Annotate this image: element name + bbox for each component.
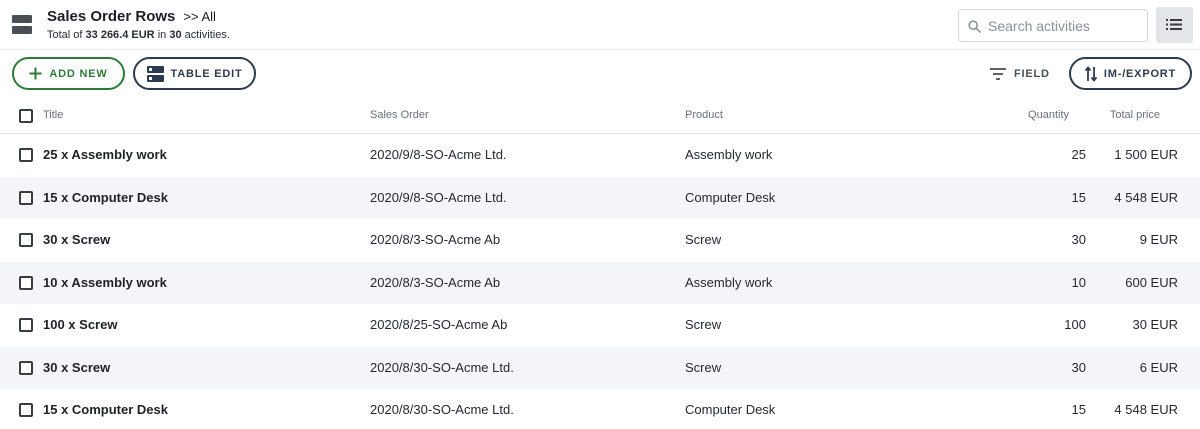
row-quantity: 30 xyxy=(1071,232,1086,247)
filter-icon xyxy=(990,68,1006,80)
row-checkbox[interactable] xyxy=(19,360,33,375)
row-quantity: 10 xyxy=(1071,274,1086,290)
table-row[interactable]: 100 x Screw 2020/8/25-SO-Acme Ab Screw 1… xyxy=(0,304,1200,347)
import-export-label: IM-/EXPORT xyxy=(1103,67,1177,80)
table-row[interactable]: 30 x Screw 2020/8/3-SO-Acme Ab Screw 30 … xyxy=(0,219,1200,262)
row-title[interactable]: 10 x Assembly work xyxy=(43,275,167,290)
field-button[interactable]: FIELD xyxy=(990,64,1050,84)
add-new-label: ADD NEW xyxy=(49,67,108,80)
table-edit-label: TABLE EDIT xyxy=(170,67,243,80)
summary-text: Total of 33 266.4 EUR in 30 activities. xyxy=(47,29,230,41)
row-title[interactable]: 25 x Assembly work xyxy=(43,147,167,162)
row-quantity: 15 xyxy=(1071,402,1086,417)
row-quantity: 25 xyxy=(1071,147,1086,162)
row-total-price: 4 548 EUR xyxy=(1114,402,1178,417)
row-sales-order: 2020/9/8-SO-Acme Ltd. xyxy=(370,147,507,162)
row-total-price: 600 EUR xyxy=(1125,274,1178,290)
row-total-price: 1 500 EUR xyxy=(1114,147,1178,162)
search-icon xyxy=(968,20,981,38)
row-sales-order: 2020/9/8-SO-Acme Ltd. xyxy=(370,189,507,205)
data-table: Title Sales Order Product Quantity Total… xyxy=(0,98,1200,429)
search-input[interactable] xyxy=(988,16,1143,36)
summary-count: 30 xyxy=(169,29,182,41)
import-export-button[interactable]: IM-/EXPORT xyxy=(1069,57,1192,90)
row-title[interactable]: 15 x Computer Desk xyxy=(43,190,168,205)
row-product: Assembly work xyxy=(685,147,773,162)
column-header-title[interactable]: Title xyxy=(43,109,63,121)
title-block: Sales Order Rows >> All Total of 33 266.… xyxy=(47,8,230,41)
list-icon xyxy=(1166,19,1182,30)
page-header: Sales Order Rows >> All Total of 33 266.… xyxy=(0,0,1200,50)
list-view-button[interactable] xyxy=(1156,7,1193,43)
row-product: Screw xyxy=(685,359,722,375)
add-new-button[interactable]: ADD NEW xyxy=(12,57,125,90)
column-header-total-price[interactable]: Total price xyxy=(1110,109,1160,121)
row-product: Computer Desk xyxy=(685,189,776,205)
column-header-sales-order[interactable]: Sales Order xyxy=(370,109,429,121)
row-sales-order: 2020/8/25-SO-Acme Ab xyxy=(370,317,508,332)
row-quantity: 30 xyxy=(1071,359,1086,375)
page-title: Sales Order Rows xyxy=(47,8,176,25)
row-checkbox[interactable] xyxy=(19,190,33,205)
row-total-price: 4 548 EUR xyxy=(1114,189,1178,205)
table-row[interactable]: 15 x Computer Desk 2020/9/8-SO-Acme Ltd.… xyxy=(0,176,1200,219)
row-checkbox[interactable] xyxy=(19,318,33,332)
field-label: FIELD xyxy=(1014,68,1050,80)
row-sales-order: 2020/8/3-SO-Acme Ab xyxy=(370,232,501,247)
row-total-price: 6 EUR xyxy=(1139,359,1178,375)
row-checkbox[interactable] xyxy=(19,233,33,247)
row-checkbox[interactable] xyxy=(19,275,33,290)
row-total-price: 9 EUR xyxy=(1139,232,1178,247)
table-row[interactable]: 25 x Assembly work 2020/9/8-SO-Acme Ltd.… xyxy=(0,134,1200,177)
row-quantity: 100 xyxy=(1064,317,1086,332)
row-quantity: 15 xyxy=(1071,189,1086,205)
row-sales-order: 2020/8/3-SO-Acme Ab xyxy=(370,274,501,290)
search-box[interactable] xyxy=(958,9,1148,42)
table-edit-button[interactable]: TABLE EDIT xyxy=(133,57,256,90)
row-checkbox[interactable] xyxy=(19,148,33,162)
plus-icon xyxy=(29,67,42,80)
row-product: Screw xyxy=(685,317,722,332)
table-row[interactable]: 10 x Assembly work 2020/8/3-SO-Acme Ab A… xyxy=(0,261,1200,304)
summary-total: 33 266.4 EUR xyxy=(85,29,155,41)
sort-arrows-icon xyxy=(1084,65,1097,82)
row-title[interactable]: 100 x Screw xyxy=(43,317,117,332)
row-title[interactable]: 15 x Computer Desk xyxy=(43,402,168,417)
table-edit-icon xyxy=(146,65,164,82)
row-sales-order: 2020/8/30-SO-Acme Ltd. xyxy=(370,402,514,417)
table-row[interactable]: 15 x Computer Desk 2020/8/30-SO-Acme Ltd… xyxy=(0,389,1200,429)
menu-icon[interactable] xyxy=(12,15,32,35)
table-row[interactable]: 30 x Screw 2020/8/30-SO-Acme Ltd. Screw … xyxy=(0,346,1200,389)
table-header: Title Sales Order Product Quantity Total… xyxy=(0,98,1200,134)
row-product: Computer Desk xyxy=(685,402,776,417)
column-header-product[interactable]: Product xyxy=(685,109,723,121)
row-title[interactable]: 30 x Screw xyxy=(43,232,110,247)
row-total-price: 30 EUR xyxy=(1132,317,1178,332)
row-product: Assembly work xyxy=(685,274,773,290)
row-product: Screw xyxy=(685,232,722,247)
column-header-quantity[interactable]: Quantity xyxy=(1028,109,1069,121)
select-all-checkbox[interactable] xyxy=(19,109,33,123)
row-checkbox[interactable] xyxy=(19,403,33,417)
view-selector[interactable]: >> All xyxy=(183,9,216,24)
row-sales-order: 2020/8/30-SO-Acme Ltd. xyxy=(370,359,514,375)
row-title[interactable]: 30 x Screw xyxy=(43,360,110,375)
